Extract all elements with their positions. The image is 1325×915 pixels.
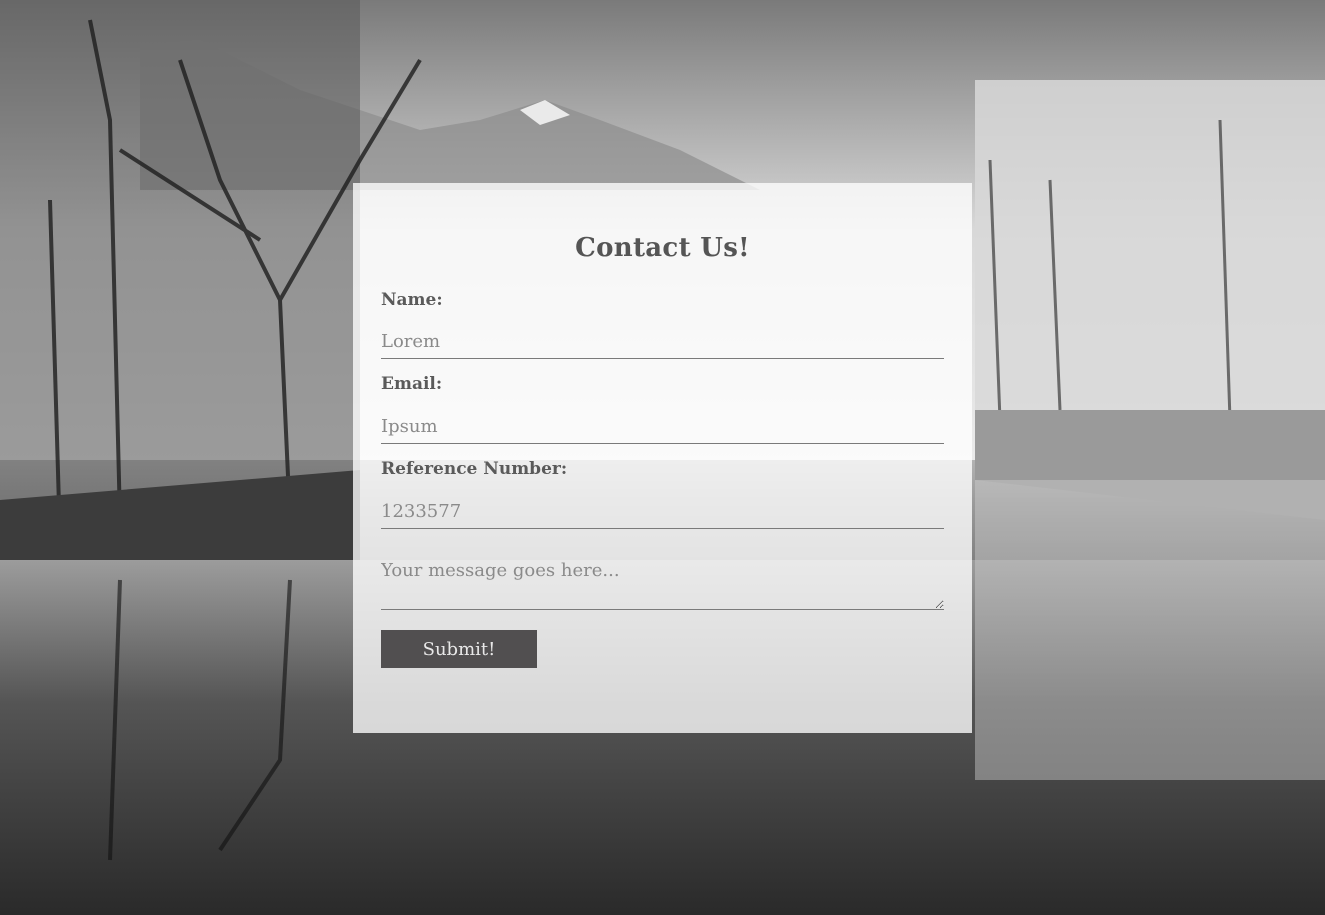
submit-button[interactable]: Submit!	[381, 630, 537, 668]
reference-number-label: Reference Number:	[381, 459, 568, 479]
email-input[interactable]	[381, 410, 944, 444]
name-label: Name:	[381, 290, 443, 310]
email-label: Email:	[381, 374, 443, 394]
contact-form-card: Contact Us! Name: Email: Reference Numbe…	[353, 183, 972, 733]
message-textarea[interactable]	[381, 556, 944, 610]
name-input[interactable]	[381, 325, 944, 359]
form-title: Contact Us!	[575, 233, 750, 263]
reference-number-input[interactable]	[381, 495, 944, 529]
